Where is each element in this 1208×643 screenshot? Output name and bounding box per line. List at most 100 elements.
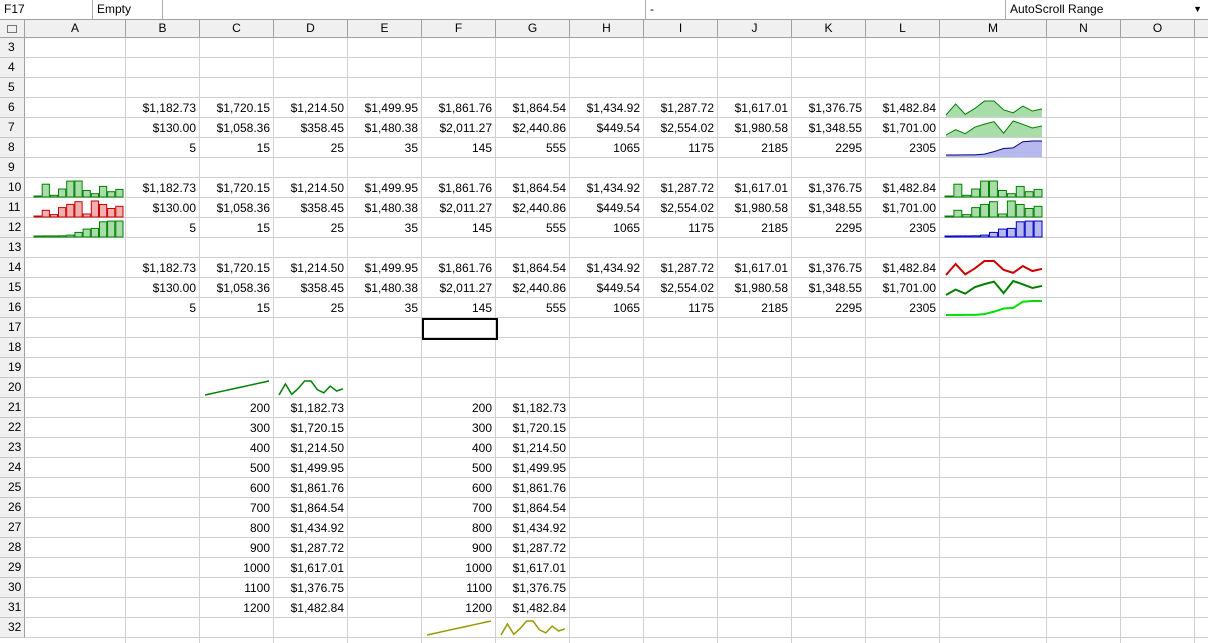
cell-D29[interactable]: $1,617.01: [274, 558, 348, 578]
column-header-F[interactable]: F: [422, 20, 496, 37]
cell-H7[interactable]: $449.54: [570, 118, 644, 138]
cell-J12[interactable]: 2185: [718, 218, 792, 238]
cell-D11[interactable]: $358.45: [274, 198, 348, 218]
row-header-28[interactable]: 28: [0, 538, 25, 558]
cell-B14[interactable]: $1,182.73: [126, 258, 200, 278]
cell-L10[interactable]: $1,482.84: [866, 178, 940, 198]
cell-F30[interactable]: 1100: [422, 578, 496, 598]
cell-L11[interactable]: $1,701.00: [866, 198, 940, 218]
cell-C8[interactable]: 15: [200, 138, 274, 158]
row-header-12[interactable]: 12: [0, 218, 25, 238]
cell-E16[interactable]: 35: [348, 298, 422, 318]
cell-D14[interactable]: $1,214.50: [274, 258, 348, 278]
cell-H15[interactable]: $449.54: [570, 278, 644, 298]
cell-F28[interactable]: 900: [422, 538, 496, 558]
cell-reference-box[interactable]: F17: [0, 0, 93, 19]
column-header-K[interactable]: K: [792, 20, 866, 37]
cell-H16[interactable]: 1065: [570, 298, 644, 318]
cell-F12[interactable]: 145: [422, 218, 496, 238]
row-header-30[interactable]: 30: [0, 578, 25, 598]
cell-B15[interactable]: $130.00: [126, 278, 200, 298]
cell-B10[interactable]: $1,182.73: [126, 178, 200, 198]
cell-I6[interactable]: $1,287.72: [644, 98, 718, 118]
row-header-15[interactable]: 15: [0, 278, 25, 298]
cell-J15[interactable]: $1,980.58: [718, 278, 792, 298]
cell-D31[interactable]: $1,482.84: [274, 598, 348, 618]
cell-E11[interactable]: $1,480.38: [348, 198, 422, 218]
cell-D6[interactable]: $1,214.50: [274, 98, 348, 118]
cell-J8[interactable]: 2185: [718, 138, 792, 158]
cell-C24[interactable]: 500: [200, 458, 274, 478]
row-header-24[interactable]: 24: [0, 458, 25, 478]
cell-H12[interactable]: 1065: [570, 218, 644, 238]
cell-C25[interactable]: 600: [200, 478, 274, 498]
cell-D23[interactable]: $1,214.50: [274, 438, 348, 458]
cell-F8[interactable]: 145: [422, 138, 496, 158]
cell-C15[interactable]: $1,058.36: [200, 278, 274, 298]
cell-L7[interactable]: $1,701.00: [866, 118, 940, 138]
row-header-20[interactable]: 20: [0, 378, 25, 398]
cell-E12[interactable]: 35: [348, 218, 422, 238]
cell-D22[interactable]: $1,720.15: [274, 418, 348, 438]
cell-G29[interactable]: $1,617.01: [496, 558, 570, 578]
column-header-C[interactable]: C: [200, 20, 274, 37]
cell-B12[interactable]: 5: [126, 218, 200, 238]
cell-L14[interactable]: $1,482.84: [866, 258, 940, 278]
cell-C11[interactable]: $1,058.36: [200, 198, 274, 218]
cell-D28[interactable]: $1,287.72: [274, 538, 348, 558]
cell-I16[interactable]: 1175: [644, 298, 718, 318]
cell-B11[interactable]: $130.00: [126, 198, 200, 218]
cell-F7[interactable]: $2,011.27: [422, 118, 496, 138]
cell-C21[interactable]: 200: [200, 398, 274, 418]
row-header-9[interactable]: 9: [0, 158, 25, 178]
cell-G31[interactable]: $1,482.84: [496, 598, 570, 618]
column-header-E[interactable]: E: [348, 20, 422, 37]
select-all-corner[interactable]: [0, 20, 25, 37]
cell-G11[interactable]: $2,440.86: [496, 198, 570, 218]
cell-F22[interactable]: 300: [422, 418, 496, 438]
row-header-25[interactable]: 25: [0, 478, 25, 498]
row-header-3[interactable]: 3: [0, 38, 25, 58]
row-header-11[interactable]: 11: [0, 198, 25, 218]
cell-C28[interactable]: 900: [200, 538, 274, 558]
cell-F16[interactable]: 145: [422, 298, 496, 318]
cell-G15[interactable]: $2,440.86: [496, 278, 570, 298]
cell-K10[interactable]: $1,376.75: [792, 178, 866, 198]
cell-K16[interactable]: 2295: [792, 298, 866, 318]
column-header-A[interactable]: A: [25, 20, 126, 37]
cell-F14[interactable]: $1,861.76: [422, 258, 496, 278]
cell-J7[interactable]: $1,980.58: [718, 118, 792, 138]
cell-F21[interactable]: 200: [422, 398, 496, 418]
cell-C30[interactable]: 1100: [200, 578, 274, 598]
cell-C29[interactable]: 1000: [200, 558, 274, 578]
cell-C22[interactable]: 300: [200, 418, 274, 438]
cell-C7[interactable]: $1,058.36: [200, 118, 274, 138]
cell-K15[interactable]: $1,348.55: [792, 278, 866, 298]
row-header-26[interactable]: 26: [0, 498, 25, 518]
cell-F26[interactable]: 700: [422, 498, 496, 518]
cell-F24[interactable]: 500: [422, 458, 496, 478]
column-header-M[interactable]: M: [940, 20, 1047, 37]
cell-H10[interactable]: $1,434.92: [570, 178, 644, 198]
column-header-G[interactable]: G: [496, 20, 570, 37]
cell-K14[interactable]: $1,376.75: [792, 258, 866, 278]
column-header-B[interactable]: B: [126, 20, 200, 37]
row-header-10[interactable]: 10: [0, 178, 25, 198]
cell-G25[interactable]: $1,861.76: [496, 478, 570, 498]
cell-G10[interactable]: $1,864.54: [496, 178, 570, 198]
cell-C6[interactable]: $1,720.15: [200, 98, 274, 118]
cell-D24[interactable]: $1,499.95: [274, 458, 348, 478]
column-header-I[interactable]: I: [644, 20, 718, 37]
row-header-21[interactable]: 21: [0, 398, 25, 418]
column-header-L[interactable]: L: [866, 20, 940, 37]
cell-G22[interactable]: $1,720.15: [496, 418, 570, 438]
cell-E10[interactable]: $1,499.95: [348, 178, 422, 198]
cell-G24[interactable]: $1,499.95: [496, 458, 570, 478]
cell-L12[interactable]: 2305: [866, 218, 940, 238]
cell-G6[interactable]: $1,864.54: [496, 98, 570, 118]
cell-G14[interactable]: $1,864.54: [496, 258, 570, 278]
cell-C16[interactable]: 15: [200, 298, 274, 318]
cell-D15[interactable]: $358.45: [274, 278, 348, 298]
cell-K8[interactable]: 2295: [792, 138, 866, 158]
cell-F10[interactable]: $1,861.76: [422, 178, 496, 198]
